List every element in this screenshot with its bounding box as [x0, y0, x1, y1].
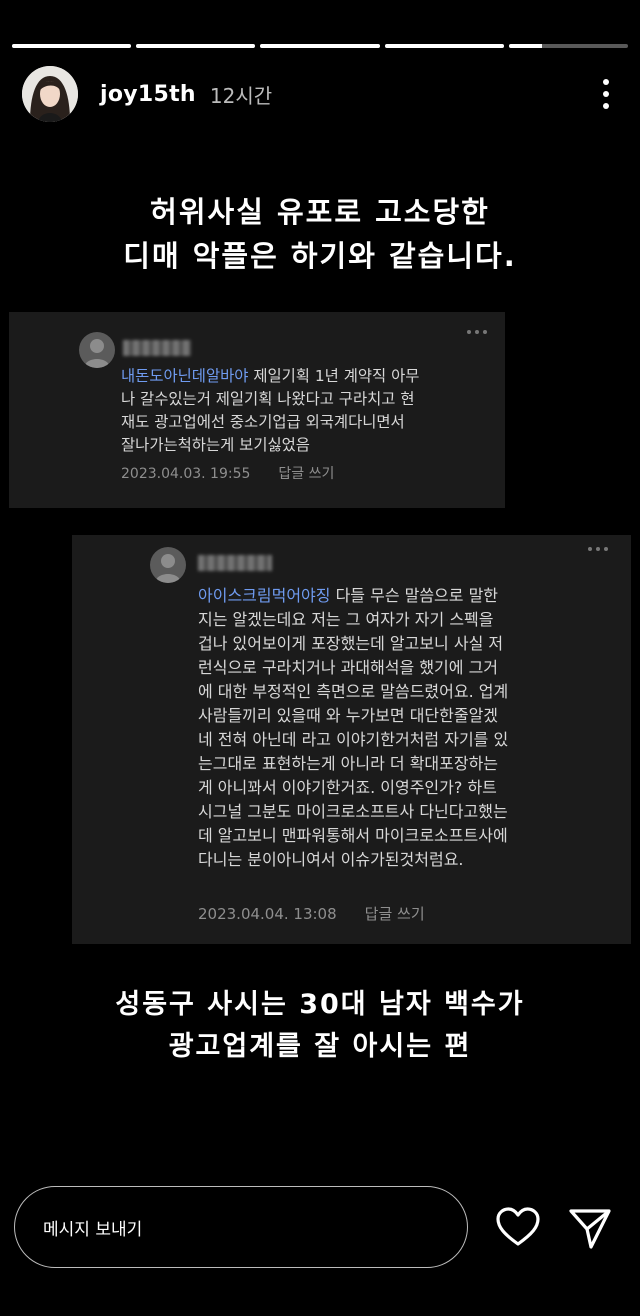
progress-segment-current — [508, 44, 629, 48]
comment-text: 내돈도아닌데알바야 제일기획 1년 계약직 아무 나 갈수있는거 제일기획 나왔… — [121, 367, 420, 454]
reply-link: 답글 쓰기 — [278, 466, 335, 482]
heart-icon[interactable] — [494, 1204, 542, 1252]
comment-meta: 2023.04.04. 13:08 답글 쓰기 — [198, 903, 425, 924]
comment-text: 아이스크림먹어야징 다들 무슨 말씀으로 말한 지는 알겠는데요 저는 그 여자… — [198, 586, 509, 869]
username[interactable]: joy15th — [100, 82, 196, 107]
headline-line: 허위사실 유포로 고소당한 — [150, 195, 490, 229]
progress-segment — [384, 44, 504, 48]
comment-mention: 아이스크림먹어야징 — [198, 586, 331, 605]
message-placeholder: 메시지 보내기 — [43, 1219, 143, 1240]
caption-line: 광고업계를 잘 아시는 편 — [168, 1031, 472, 1062]
comment-screenshot: 내돈도아닌데알바야 제일기획 1년 계약직 아무 나 갈수있는거 제일기획 나왔… — [9, 312, 505, 508]
story-caption: 성동구 사시는 30대 남자 백수가 광고업계를 잘 아시는 편 — [0, 984, 640, 1068]
commenter-avatar-icon — [150, 547, 186, 583]
commenter-name-blurred — [198, 555, 272, 571]
progress-segment — [12, 44, 132, 48]
caption-line: 성동구 사시는 30대 남자 백수가 — [115, 989, 525, 1020]
comment-more-icon — [588, 547, 608, 551]
progress-segment — [260, 44, 380, 48]
reply-link: 답글 쓰기 — [364, 905, 425, 923]
commenter-name-blurred — [123, 340, 191, 356]
comment-more-icon — [467, 330, 487, 334]
story-headline: 허위사실 유포로 고소당한 디매 악플은 하기와 같습니다. — [0, 190, 640, 278]
post-time: 12시간 — [209, 83, 273, 108]
comment-date: 2023.04.03. 19:55 — [121, 466, 251, 482]
comment-mention: 내돈도아닌데알바야 — [121, 367, 249, 385]
comment-meta: 2023.04.03. 19:55 답글 쓰기 — [121, 463, 334, 483]
comment-date: 2023.04.04. 13:08 — [198, 905, 337, 923]
progress-segment — [136, 44, 256, 48]
story-header: joy15th 12시간 — [22, 66, 618, 122]
send-icon[interactable] — [566, 1204, 614, 1252]
avatar-photo-icon — [22, 66, 78, 122]
headline-line: 디매 악플은 하기와 같습니다. — [123, 239, 517, 273]
profile-avatar[interactable] — [22, 66, 78, 122]
comment-screenshot: 아이스크림먹어야징 다들 무슨 말씀으로 말한 지는 알겠는데요 저는 그 여자… — [72, 535, 631, 944]
more-vertical-icon[interactable] — [594, 74, 618, 114]
message-input[interactable]: 메시지 보내기 — [14, 1186, 468, 1268]
story-progress — [12, 44, 629, 48]
commenter-avatar-icon — [79, 332, 115, 368]
